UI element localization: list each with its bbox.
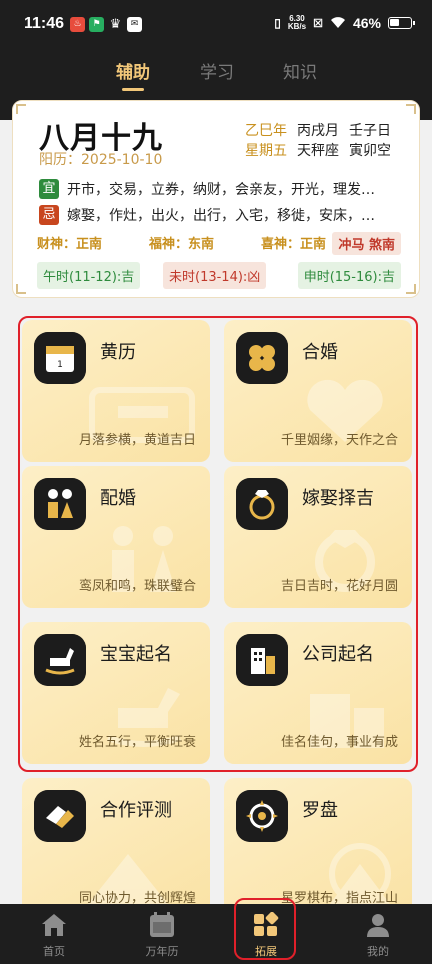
ganzhi-info: 乙巳年 丙戌月 壬子日 星期五 天秤座 寅卯空 [245,121,391,161]
yi-badge: 宜 [39,179,59,199]
card-subtitle: 鸾凤和鸣，珠联璧合 [78,579,196,594]
hour-badge: 午时(11-12):吉 [37,262,141,289]
card-title: 合作评测 [100,800,172,821]
card-title: 嫁娶择吉 [302,488,374,509]
card-title: 黄历 [100,342,136,363]
gods-row: 财神：正南 福神：东南 喜神：正南 冲马 煞南 [37,232,401,255]
battery-text: 46% [352,15,381,31]
feature-card-hezuo[interactable]: 合作评测 同心协力，共创辉煌 [22,778,210,920]
status-right: ▯ 6.30 KB/s ☒ 46% [274,15,415,31]
feature-card-jiaqu[interactable]: 嫁娶择吉 吉日吉时，花好月圆 [224,466,412,608]
tab-learn[interactable]: 学习 [200,58,234,83]
fortune-god: 福神：东南 [149,237,215,252]
nav-mine[interactable]: 我的 [338,904,418,964]
yi-row: 宜 开市，交易，立券，纳财，会亲友，开光，理发… [39,179,397,199]
joy-god: 喜神：正南 [261,237,327,252]
calendar-book-icon [150,912,174,937]
app-notification-icon: ♨ [70,17,85,32]
almanac-card[interactable]: 八月十九 阳历：2025-10-10 乙巳年 丙戌月 壬子日 星期五 天秤座 寅… [12,100,420,298]
hour-badge: 申时(15-16):吉 [297,262,401,289]
ji-badge: 忌 [39,205,59,225]
rocking-horse-icon [34,634,86,686]
calendar-icon: 1 [34,332,86,384]
top-tabs: 辅助 学习 知识 [0,58,432,94]
corner-ornament [406,284,416,294]
month-ganzhi: 丙戌月 [297,123,339,139]
feature-card-baobao[interactable]: 宝宝起名 姓名五行，平衡旺衰 [22,622,210,764]
feature-card-gongsi[interactable]: 公司起名 佳名佳句，事业有成 [224,622,412,764]
card-subtitle: 佳名佳句，事业有成 [280,735,398,750]
building-icon [236,634,288,686]
status-bar: 11:46 ♨ ⚑ ♛ ✉ ▯ 6.30 KB/s ☒ 46% [0,0,432,50]
home-icon [42,914,66,936]
active-tab-indicator [122,88,144,91]
card-title: 配婚 [100,488,136,509]
clover-heart-icon [236,332,288,384]
couple-icon [34,478,86,530]
ji-text: 嫁娶，作灶，出火，出行，入宅，移徙，安床，… [67,208,375,224]
battery-icon [388,17,415,29]
app-notification-icon-2: ⚑ [89,17,104,32]
nav-label: 首页 [43,945,65,958]
nav-label: 万年历 [145,945,179,958]
corner-ornament [406,104,416,114]
feature-card-peihun[interactable]: 配婚 鸾凤和鸣，珠联璧合 [22,466,210,608]
tab-knowledge[interactable]: 知识 [283,58,317,83]
card-subtitle: 月落参横，黄道吉日 [78,433,196,448]
handshake-icon [34,790,86,842]
notification-icons: ♨ ⚑ ♛ ✉ [70,17,142,32]
hour-badge: 未时(13-14):凶 [163,262,267,289]
kong-wang: 寅卯空 [349,143,391,159]
tab-assist[interactable]: 辅助 [116,58,150,83]
compass-icon [236,790,288,842]
feature-card-hehun[interactable]: 合婚 千里姻缘，天作之合 [224,320,412,462]
card-subtitle: 姓名五行，平衡旺衰 [78,735,196,750]
year-ganzhi: 乙巳年 [245,123,287,139]
crown-icon: ♛ [109,17,122,32]
clash-badge: 冲马 煞南 [332,232,401,255]
user-icon [367,914,389,937]
card-subtitle: 吉日吉时，花好月圆 [280,579,398,594]
nav-calendar[interactable]: 万年历 [122,904,202,964]
weekday: 星期五 [245,143,287,159]
feature-card-luopan[interactable]: 罗盘 星罗棋布，指点江山 [224,778,412,920]
status-time: 11:46 [24,15,65,32]
vibrate-icon: ▯ [274,16,281,30]
nav-label: 拓展 [255,945,277,958]
card-title: 罗盘 [302,800,338,821]
card-subtitle: 千里姻缘，天作之合 [280,433,398,448]
lucky-hours: 午时(11-12):吉 未时(13-14):凶 申时(15-16):吉 [37,262,401,289]
corner-ornament [16,104,26,114]
ji-row: 忌 嫁娶，作灶，出火，出行，入宅，移徙，安床，… [39,205,397,225]
nav-extend[interactable]: 拓展 [226,904,306,964]
zodiac-sign: 天秤座 [297,143,339,159]
nav-home[interactable]: 首页 [14,904,94,964]
wifi-icon [330,17,345,28]
wealth-god: 财神：正南 [37,237,103,252]
corner-ornament [16,284,26,294]
card-title: 公司起名 [302,644,374,665]
feature-card-huangli[interactable]: 1 黄历 月落参横，黄道吉日 [22,320,210,462]
day-ganzhi: 壬子日 [349,123,391,139]
nav-label: 我的 [367,945,389,958]
grid-apps-icon [254,912,279,936]
bottom-nav: 首页 万年历 拓展 我的 [0,904,432,964]
net-speed: 6.30 KB/s [288,15,306,31]
svg-text:1: 1 [57,360,63,370]
ring-icon [236,478,288,530]
net-speed-unit: KB/s [287,22,307,31]
yi-text: 开市，交易，立券，纳财，会亲友，开光，理发… [67,182,375,198]
card-title: 合婚 [302,342,338,363]
sim-icon: ☒ [313,17,323,30]
card-title: 宝宝起名 [100,644,172,665]
message-icon: ✉ [127,17,142,32]
solar-date: 阳历：2025-10-10 [39,152,163,168]
